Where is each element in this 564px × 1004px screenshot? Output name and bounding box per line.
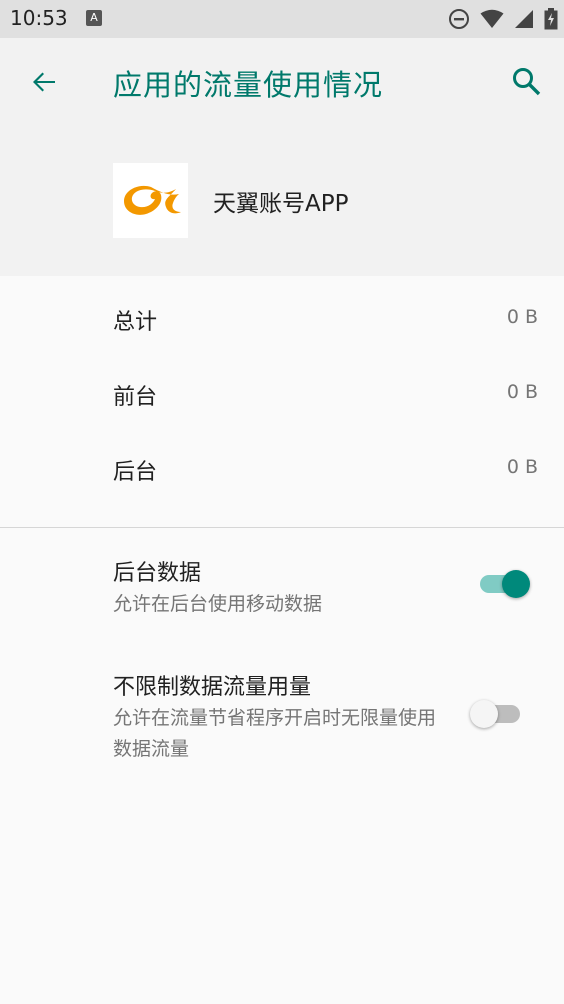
background-data-switch[interactable] [480, 570, 530, 598]
setting-title: 后台数据 [113, 561, 202, 586]
page-title: 应用的流量使用情况 [113, 68, 384, 102]
arrow-back-icon[interactable] [28, 66, 60, 98]
setting-summary: 允许在后台使用移动数据 [113, 593, 323, 615]
switch-thumb [470, 700, 498, 728]
usage-label: 前台 [113, 385, 158, 410]
status-bar: 10:53 A [0, 0, 564, 38]
usage-row-foreground: 前台 0 B [0, 365, 564, 425]
app-logo [113, 163, 188, 238]
usage-value: 0 B [506, 456, 538, 478]
app-header: 应用的流量使用情况 天翼账号APP [0, 38, 564, 276]
usage-row-total: 总计 0 B [0, 290, 564, 350]
setting-summary: 允许在流量节省程序开启时无限量使用数据流量 [113, 707, 437, 760]
app-name: 天翼账号APP [213, 191, 349, 217]
usage-row-background: 后台 0 B [0, 440, 564, 500]
setting-title: 不限制数据流量用量 [113, 675, 312, 700]
divider [0, 527, 564, 528]
search-icon[interactable] [510, 65, 542, 97]
switch-thumb [502, 570, 530, 598]
wifi-icon [480, 9, 504, 28]
unrestricted-data-switch[interactable] [470, 700, 524, 728]
dnd-icon [449, 9, 469, 29]
usage-label: 后台 [113, 460, 158, 485]
status-icons [448, 7, 558, 31]
usage-value: 0 B [506, 306, 538, 328]
usage-label: 总计 [113, 310, 158, 335]
signal-icon [515, 10, 533, 28]
notification-icon: A [86, 10, 102, 26]
unrestricted-data-setting[interactable]: 不限制数据流量用量 允许在流量节省程序开启时无限量使用数据流量 [0, 669, 564, 769]
tianyi-logo-icon [124, 185, 181, 215]
usage-value: 0 B [506, 381, 538, 403]
battery-icon [544, 8, 558, 30]
status-time: 10:53 [10, 6, 68, 30]
background-data-setting[interactable]: 后台数据 允许在后台使用移动数据 [0, 555, 564, 625]
